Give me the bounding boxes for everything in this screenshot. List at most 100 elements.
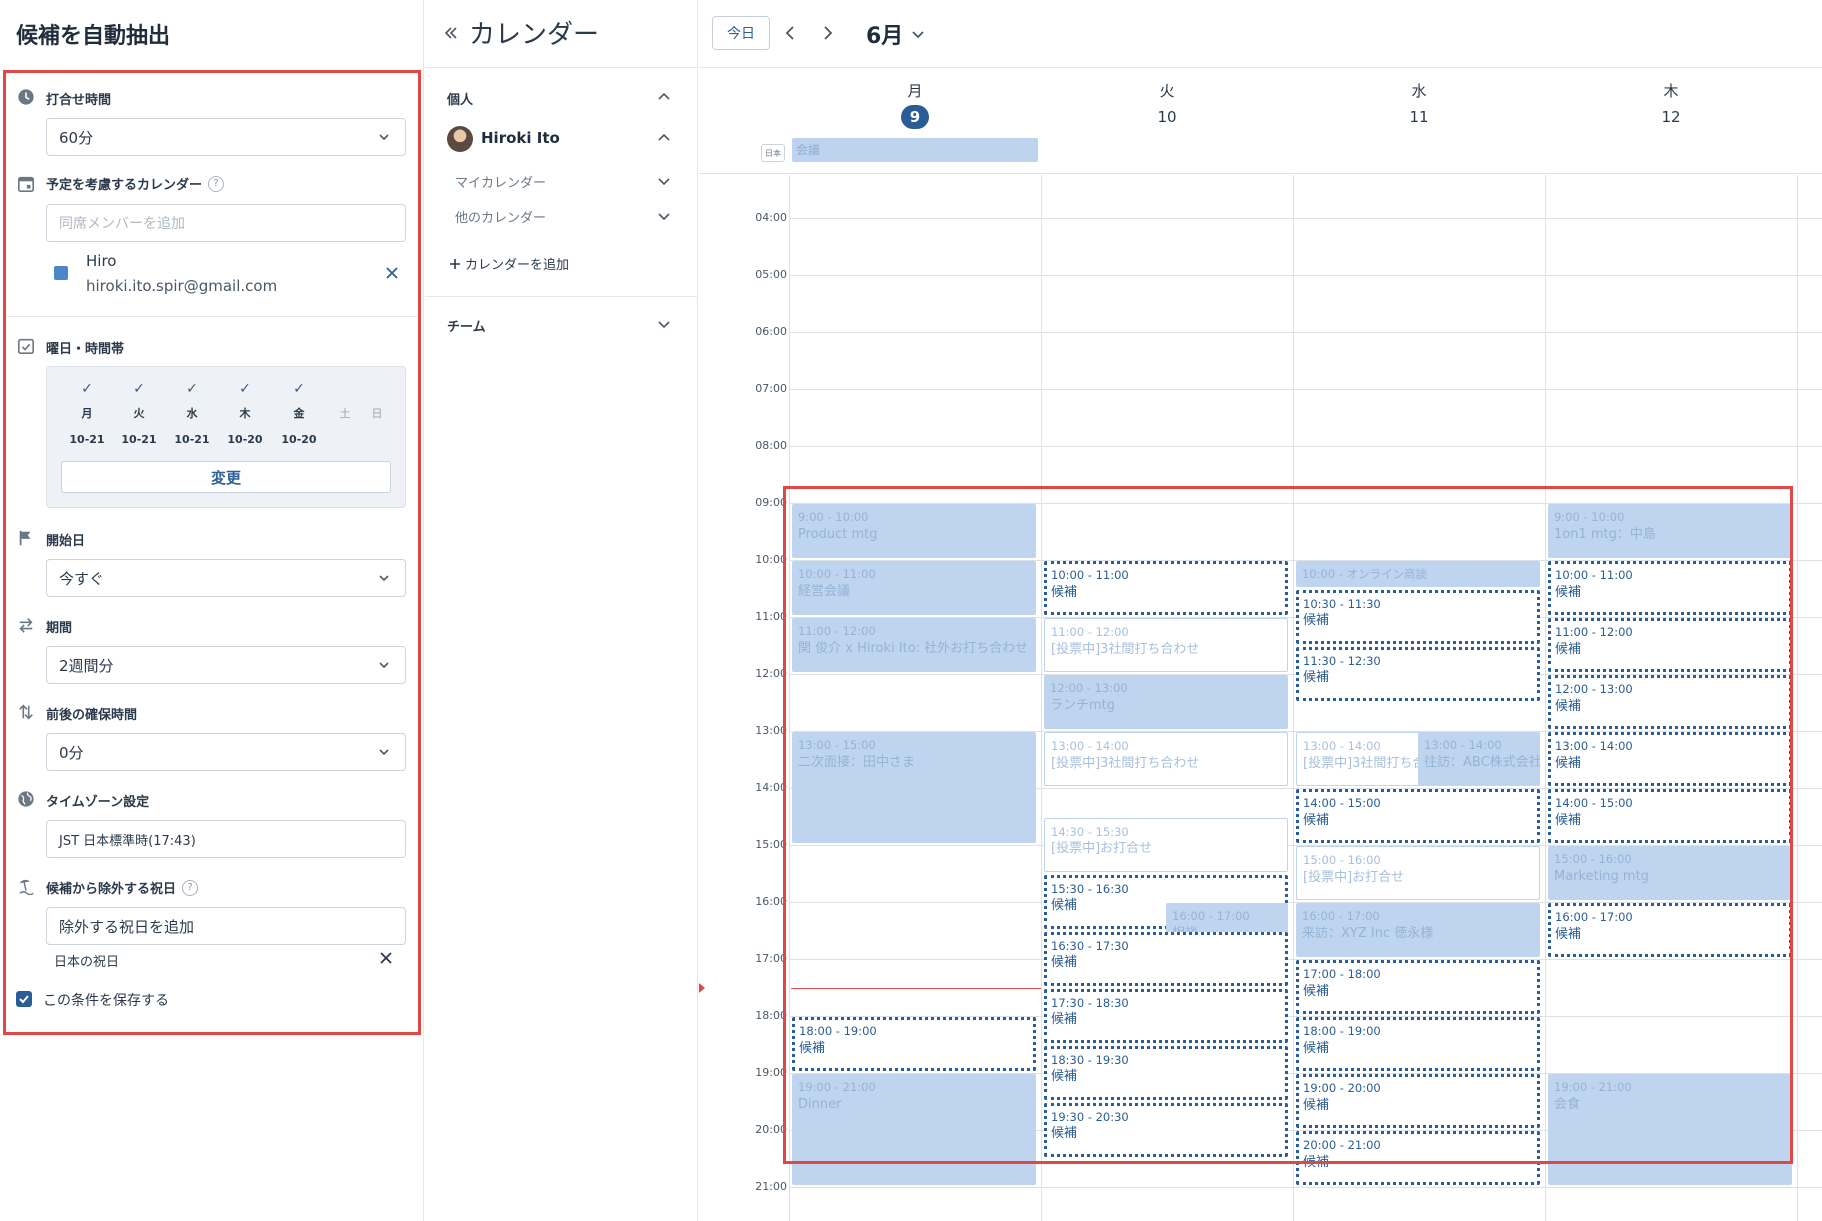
candidate-slot[interactable]: 20:00 - 21:00 候補 xyxy=(1296,1131,1540,1185)
event-time: 14:30 - 15:30 xyxy=(1051,824,1129,839)
busy-event[interactable]: 15:00 - 16:00 Marketing mtg xyxy=(1548,846,1792,900)
event-title: 来訪：XYZ Inc 徳永様 xyxy=(1302,925,1434,941)
day-thu: ✓ 木 10-20 xyxy=(227,381,263,446)
calendar-list-title: カレンダー xyxy=(469,20,600,50)
my-calendars-item[interactable]: マイカレンダー xyxy=(455,172,546,191)
other-calendars-item[interactable]: 他のカレンダー xyxy=(455,207,546,226)
event-time: 16:00 - 17:00 xyxy=(1172,909,1250,923)
up-down-arrows-icon xyxy=(19,704,33,720)
candidate-slot[interactable]: 18:30 - 19:30 候補 xyxy=(1044,1045,1288,1100)
event-title: Dinner xyxy=(798,1096,842,1112)
calendar-list-title-row: カレンダー xyxy=(443,14,599,51)
busy-event[interactable]: 13:00 - 15:00 二次面接：田中さま xyxy=(792,732,1036,843)
add-member-input[interactable]: 同席メンバーを追加 xyxy=(46,204,406,242)
all-day-event[interactable]: 会議 xyxy=(792,138,1038,162)
timezone-select[interactable]: JST 日本標準時(17:43) xyxy=(46,820,406,858)
chevron-left-icon[interactable] xyxy=(782,22,798,44)
day-tue: ✓ 火 10-21 xyxy=(121,381,157,446)
candidate-slot[interactable]: 10:30 - 11:30 候補 xyxy=(1296,589,1540,644)
change-weekdays-button[interactable]: 変更 xyxy=(61,461,391,493)
today-button[interactable]: 今日 xyxy=(712,16,770,50)
day-header-tue[interactable]: 火 10 xyxy=(1041,80,1293,129)
period-select[interactable]: 2週間分 xyxy=(46,646,406,684)
hour-label: 15:00 xyxy=(755,838,787,851)
hour-label: 10:00 xyxy=(755,553,787,566)
chevron-up-icon[interactable] xyxy=(657,90,671,104)
voting-event[interactable]: 14:30 - 15:30 [投票中]お打合せ xyxy=(1044,817,1288,872)
busy-event[interactable]: 13:00 - 14:00 往訪：ABC株式会社 xyxy=(1418,732,1540,786)
day-header-wed[interactable]: 水 11 xyxy=(1293,80,1545,129)
month-label: 6月 xyxy=(866,24,904,49)
candidate-slot[interactable]: 14:00 - 15:00 候補 xyxy=(1296,789,1540,843)
event-time: 19:00 - 20:00 xyxy=(1303,1081,1381,1095)
event-title: 候補 xyxy=(1303,1040,1330,1056)
add-calendar-button[interactable]: カレンダーを追加 xyxy=(449,254,569,273)
busy-event[interactable]: 12:00 - 13:00 ランチmtg xyxy=(1044,675,1288,729)
busy-event[interactable]: 19:00 - 21:00 Dinner xyxy=(792,1074,1036,1185)
event-time: 13:00 - 14:00 xyxy=(1424,738,1502,752)
month-selector[interactable]: 6月 xyxy=(866,18,925,50)
candidate-slot[interactable]: 17:30 - 18:30 候補 xyxy=(1044,988,1288,1043)
busy-event[interactable]: 16:00 - 17:00 来訪：XYZ Inc 徳永様 xyxy=(1296,903,1540,957)
candidate-slot[interactable]: 14:00 - 15:00 候補 xyxy=(1548,789,1792,843)
event-time: 19:00 - 21:00 xyxy=(798,1080,876,1094)
candidate-slot[interactable]: 16:00 - 17:00 候補 xyxy=(1548,903,1792,957)
busy-event[interactable]: 11:00 - 12:00 関 俊介 x Hiroki Ito: 社外お打ち合わせ xyxy=(792,618,1036,672)
event-title: 関 俊介 x Hiroki Ito: 社外お打ち合わせ xyxy=(798,640,1029,656)
help-icon[interactable]: ? xyxy=(208,175,225,192)
event-time: 11:00 - 12:00 xyxy=(1555,625,1633,639)
event-time: 20:00 - 21:00 xyxy=(1303,1138,1381,1152)
auto-extract-panel: 候補を自動抽出 打合せ時間 60分 予定を考慮するカレンダー ? 同席メンバーを… xyxy=(0,0,424,1221)
event-title: 候補 xyxy=(1303,613,1330,629)
candidate-slot[interactable]: 10:00 - 11:00 候補 xyxy=(1044,561,1288,615)
candidate-slot[interactable]: 17:00 - 18:00 候補 xyxy=(1296,960,1540,1014)
busy-event[interactable]: 9:00 - 10:00 Product mtg xyxy=(792,504,1036,558)
candidate-slot[interactable]: 10:00 - 11:00 候補 xyxy=(1548,561,1792,615)
busy-event[interactable]: 19:00 - 21:00 会食 xyxy=(1548,1074,1792,1185)
remove-holiday-icon[interactable] xyxy=(379,951,393,965)
help-icon[interactable]: ? xyxy=(182,879,199,896)
event-title: [投票中]3社間打ち合わせ xyxy=(1051,755,1200,771)
candidate-slot[interactable]: 18:00 - 19:00 候補 xyxy=(792,1017,1036,1071)
event-title: 候補 xyxy=(1303,812,1330,828)
timezone-badge: 日本 xyxy=(761,144,785,162)
hour-label: 06:00 xyxy=(755,325,787,338)
start-select[interactable]: 今すぐ xyxy=(46,559,406,597)
event-title: [投票中]3社間打ち合わせ xyxy=(1051,641,1200,657)
add-holiday-input[interactable]: 除外する祝日を追加 xyxy=(46,907,406,945)
voting-event[interactable]: 13:00 - 14:00 [投票中]3社間打ち合わせ xyxy=(1044,732,1288,786)
duration-label: 打合せ時間 xyxy=(46,93,112,108)
candidate-slot[interactable]: 11:00 - 12:00 候補 xyxy=(1548,618,1792,672)
save-conditions-checkbox[interactable] xyxy=(16,991,32,1007)
event-title: 候補 xyxy=(1303,670,1330,686)
chevron-right-icon[interactable] xyxy=(820,22,836,44)
busy-event[interactable]: 10:00 - オンライン商談 xyxy=(1296,561,1540,587)
voting-event[interactable]: 11:00 - 12:00 [投票中]3社間打ち合わせ xyxy=(1044,618,1288,672)
duration-select[interactable]: 60分 xyxy=(46,118,406,156)
hour-line xyxy=(789,218,1822,219)
candidate-slot[interactable]: 18:00 - 19:00 候補 xyxy=(1296,1017,1540,1071)
candidate-slot[interactable]: 16:30 - 17:30 候補 xyxy=(1044,931,1288,986)
busy-event[interactable]: 10:00 - 11:00 経営会議 xyxy=(792,561,1036,615)
candidate-slot[interactable]: 19:30 - 20:30 候補 xyxy=(1044,1102,1288,1157)
day-header-mon[interactable]: 月 9 xyxy=(789,80,1041,129)
candidate-slot[interactable]: 13:00 - 14:00 候補 xyxy=(1548,732,1792,786)
save-conditions-label: この条件を保存する xyxy=(43,993,169,1009)
chevron-down-icon xyxy=(379,134,389,141)
candidate-slot[interactable]: 11:30 - 12:30 候補 xyxy=(1296,646,1540,701)
candidate-slot[interactable]: 12:00 - 13:00 候補 xyxy=(1548,675,1792,729)
busy-event[interactable]: 9:00 - 10:00 1on1 mtg：中島 xyxy=(1548,504,1792,558)
chevron-down-icon[interactable] xyxy=(657,174,671,188)
event-time: 9:00 - 10:00 xyxy=(1554,510,1625,524)
voting-event[interactable]: 15:00 - 16:00 [投票中]お打合せ xyxy=(1296,846,1540,900)
chevron-up-icon[interactable] xyxy=(657,131,671,145)
chevron-down-icon[interactable] xyxy=(657,209,671,223)
candidate-slot[interactable]: 19:00 - 20:00 候補 xyxy=(1296,1074,1540,1128)
chevron-down-icon[interactable] xyxy=(657,317,671,331)
day-header-thu[interactable]: 木 12 xyxy=(1545,80,1797,129)
weekdays-box: ✓ 月 10-21 ✓ 火 10-21 ✓ 水 10-21 ✓ 木 10-20 … xyxy=(46,366,406,508)
remove-member-icon[interactable] xyxy=(385,266,399,280)
event-time: 10:00 - オンライン商談 xyxy=(1302,567,1428,581)
collapse-double-chevron-icon[interactable] xyxy=(443,25,459,41)
buffer-select[interactable]: 0分 xyxy=(46,733,406,771)
